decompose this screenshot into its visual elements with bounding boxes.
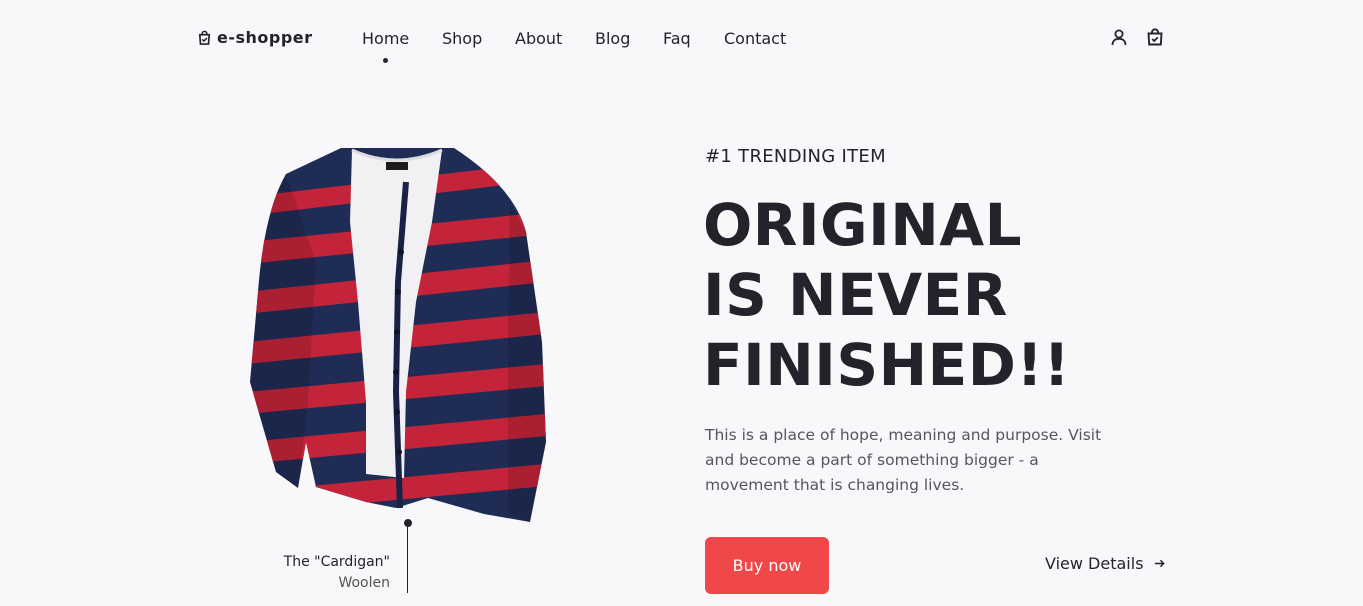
product-caption: The "Cardigan" Woolen [284,552,390,594]
eyebrow-text: #1 TRENDING ITEM [705,146,886,167]
user-icon [1111,29,1127,46]
cart-button[interactable] [1146,28,1164,46]
striped-cardigan-image [250,148,546,522]
product-name: The "Cardigan" [283,554,390,570]
page: e-shopper Home Shop About Blog Faq Conta… [0,0,1363,606]
view-details-link[interactable]: View Details [1045,554,1165,573]
nav-home[interactable]: Home [362,29,409,48]
logo[interactable]: e-shopper [197,28,313,47]
nav-shop[interactable]: Shop [442,29,482,48]
account-button[interactable] [1110,28,1128,46]
product-image [246,142,550,528]
nav-contact[interactable]: Contact [724,29,786,48]
shopping-bag-check-icon [1147,28,1163,46]
headline-line-1: ORIGINAL [703,191,1023,259]
nav-blog[interactable]: Blog [595,29,630,48]
view-details-label: View Details [1045,554,1144,573]
headline-line-2: IS NEVER [703,261,1008,329]
headline-line-3: FINISHED!! [703,331,1071,399]
nav-faq[interactable]: Faq [663,29,691,48]
buy-now-button[interactable]: Buy now [705,537,829,594]
hero-headline: ORIGINAL IS NEVER FINISHED!! [703,190,1070,400]
hero-description: This is a place of hope, meaning and pur… [705,426,1102,494]
arrow-right-icon [1154,559,1165,568]
product-material: Woolen [338,575,390,591]
callout-dot [404,519,412,527]
nav-about[interactable]: About [515,29,562,48]
callout-line [407,523,408,593]
shopping-bag-icon [198,30,211,45]
logo-text: e-shopper [217,28,313,47]
nav-active-indicator [383,58,388,63]
